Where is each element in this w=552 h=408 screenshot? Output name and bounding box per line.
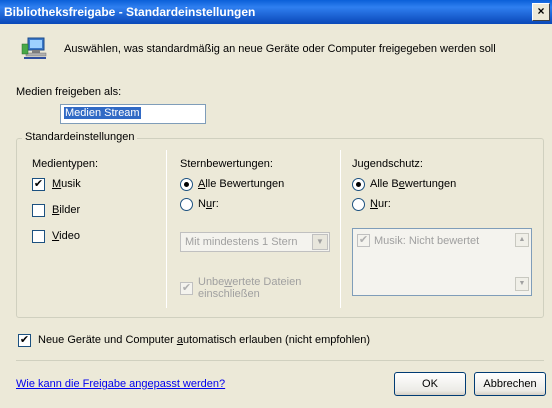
video-label[interactable]: Video — [52, 230, 80, 242]
auto-allow-label[interactable]: Neue Geräte und Computer automatisch erl… — [38, 334, 370, 346]
divider — [16, 360, 544, 361]
auto-allow-checkbox[interactable]: ✔ — [18, 334, 31, 347]
include-unrated-label[interactable]: Unbewertete Dateien einschließen — [198, 276, 301, 300]
star-only-radio[interactable] — [180, 198, 193, 211]
header-description: Auswählen, was standardmäßig an neue Ger… — [64, 43, 496, 55]
column-separator — [166, 150, 167, 308]
music-label[interactable]: Musik — [52, 178, 81, 190]
defaults-group-title: Standardeinstellungen — [22, 131, 138, 143]
parental-label: Jugendschutz: — [352, 158, 423, 170]
star-rating-dropdown[interactable]: Mit mindestens 1 Stern ▼ — [180, 232, 330, 252]
scroll-up-button[interactable]: ▲ — [515, 233, 529, 247]
star-rating-dropdown-value: Mit mindestens 1 Stern — [185, 236, 298, 248]
list-item-checkbox[interactable]: ✔ — [357, 234, 370, 247]
title-bar: Bibliotheksfreigabe - Standardeinstellun… — [0, 0, 552, 24]
close-button[interactable]: × — [532, 3, 550, 21]
dialog-window: Bibliotheksfreigabe - Standardeinstellun… — [0, 0, 552, 408]
cancel-button[interactable]: Abbrechen — [474, 372, 546, 396]
ok-button[interactable]: OK — [394, 372, 466, 396]
scroll-down-button[interactable]: ▼ — [515, 277, 529, 291]
star-all-radio[interactable] — [180, 178, 193, 191]
parental-only-label[interactable]: Nur: — [370, 198, 391, 210]
pictures-label[interactable]: Bilder — [52, 204, 80, 216]
parental-ratings-list[interactable]: ✔ Musik: Nicht bewertet ▲ ▼ — [352, 228, 532, 296]
parental-all-radio[interactable] — [352, 178, 365, 191]
parental-all-label[interactable]: Alle Bewertungen — [370, 178, 456, 190]
chevron-down-icon[interactable]: ▼ — [312, 234, 328, 250]
music-checkbox[interactable]: ✔ — [32, 178, 45, 191]
list-item[interactable]: ✔ Musik: Nicht bewertet — [357, 234, 479, 247]
star-all-label[interactable]: Alle Bewertungen — [198, 178, 284, 190]
column-separator — [340, 150, 341, 308]
pictures-checkbox[interactable] — [32, 204, 45, 217]
star-only-label[interactable]: Nur: — [198, 198, 219, 210]
share-name-value: Medien Stream — [64, 107, 141, 119]
network-computer-icon — [21, 37, 47, 59]
include-unrated-checkbox[interactable]: ✔ — [180, 282, 193, 295]
media-types-label: Medientypen: — [32, 158, 99, 170]
help-link[interactable]: Wie kann die Freigabe angepasst werden? — [16, 378, 225, 390]
star-ratings-label: Sternbewertungen: — [180, 158, 273, 170]
share-as-label: Medien freigeben als: — [16, 86, 122, 98]
video-checkbox[interactable] — [32, 230, 45, 243]
share-name-input[interactable]: Medien Stream — [60, 104, 206, 124]
window-title: Bibliotheksfreigabe - Standardeinstellun… — [4, 5, 256, 19]
parental-only-radio[interactable] — [352, 198, 365, 211]
